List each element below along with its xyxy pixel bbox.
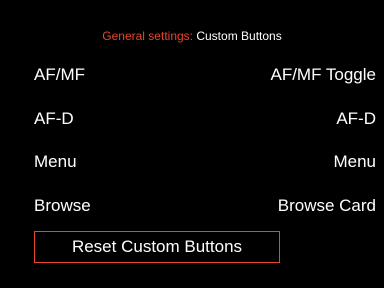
setting-label: Menu (34, 152, 77, 171)
setting-value: Menu (333, 152, 376, 171)
reset-custom-buttons-button[interactable]: Reset Custom Buttons (34, 231, 280, 263)
setting-value: Browse Card (277, 196, 376, 215)
page-title: General settings: Custom Buttons (0, 28, 384, 44)
setting-value: AF/MF Toggle (270, 65, 376, 84)
setting-label: AF-D (34, 109, 74, 128)
setting-label: Browse (34, 196, 91, 215)
setting-row-af-mf[interactable]: AF/MF AF/MF Toggle (34, 63, 376, 87)
setting-value: AF-D (336, 109, 376, 128)
setting-row-menu[interactable]: Menu Menu (34, 150, 376, 174)
reset-button-label: Reset Custom Buttons (71, 237, 243, 256)
setting-label: AF/MF (34, 65, 85, 84)
setting-row-af-d[interactable]: AF-D AF-D (34, 107, 376, 131)
settings-section-label: General settings: (102, 29, 193, 43)
settings-page-label: Custom Buttons (196, 29, 282, 43)
setting-row-browse[interactable]: Browse Browse Card (34, 194, 376, 218)
